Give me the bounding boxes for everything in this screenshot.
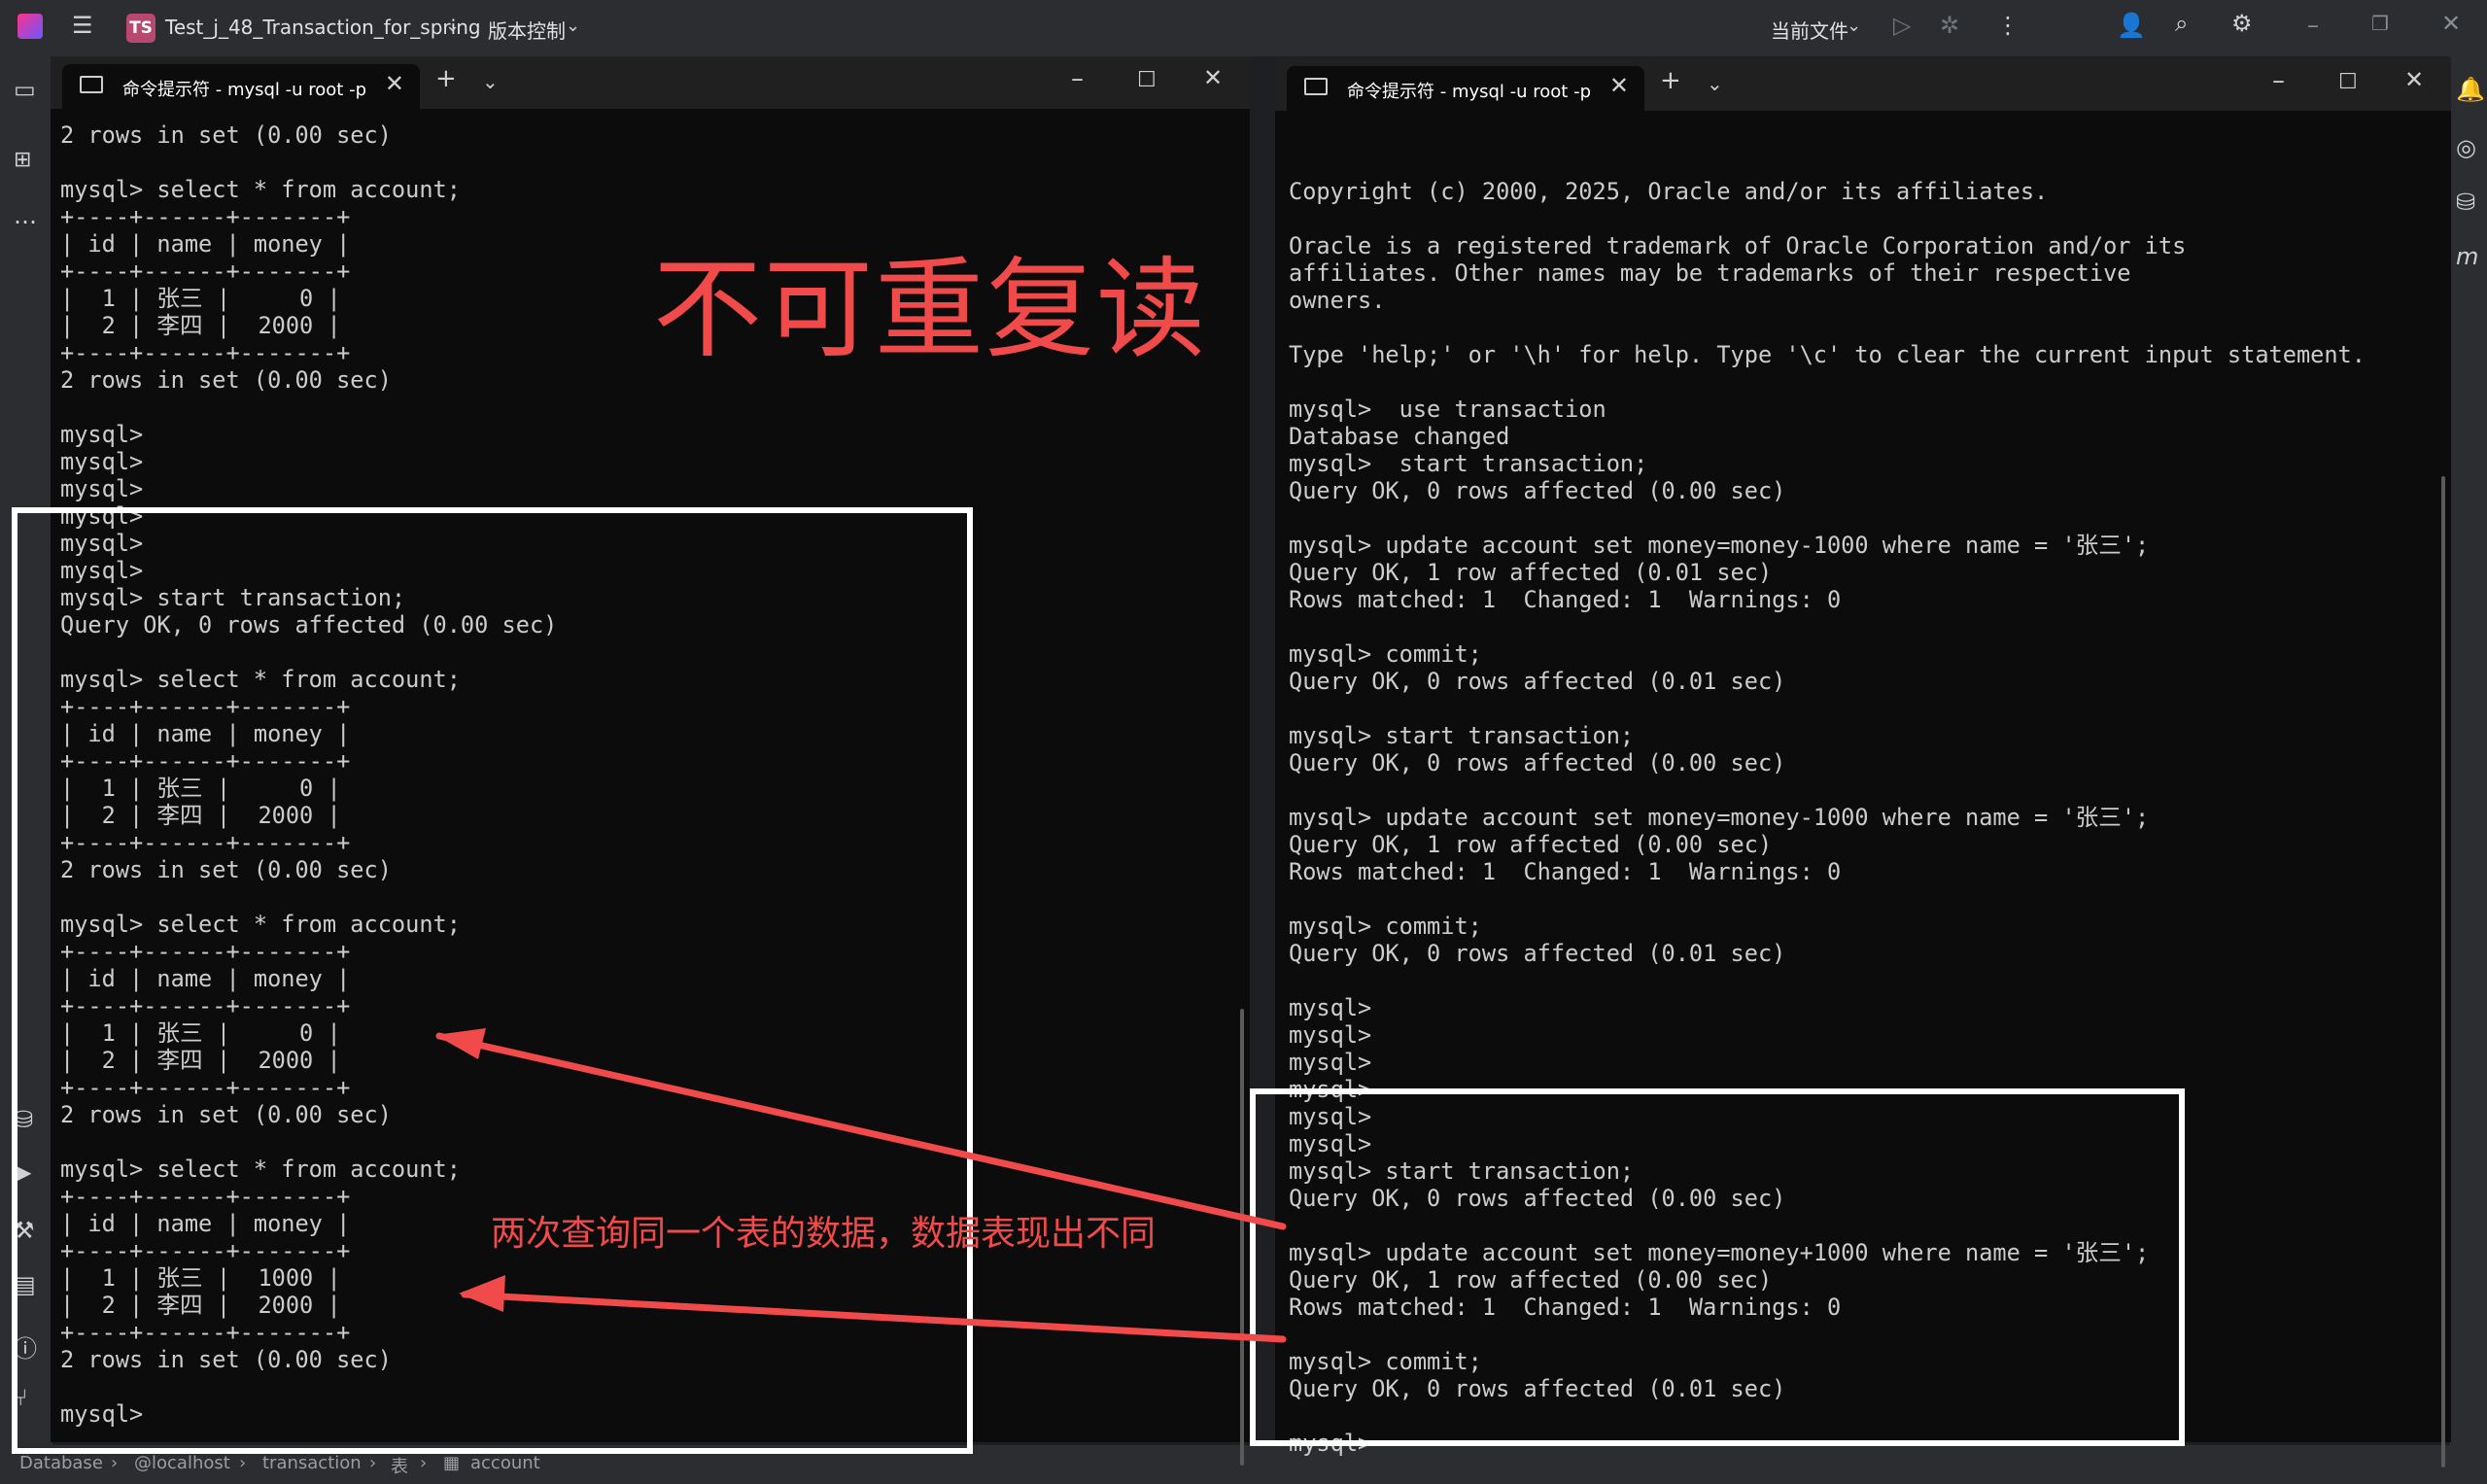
arrow-to-second-result xyxy=(461,1291,1287,1343)
arrow-to-first-result xyxy=(435,1032,1287,1230)
arrow-head-icon xyxy=(435,1028,486,1059)
arrow-head-icon xyxy=(459,1275,505,1312)
annotation-arrows xyxy=(435,1028,1287,1343)
